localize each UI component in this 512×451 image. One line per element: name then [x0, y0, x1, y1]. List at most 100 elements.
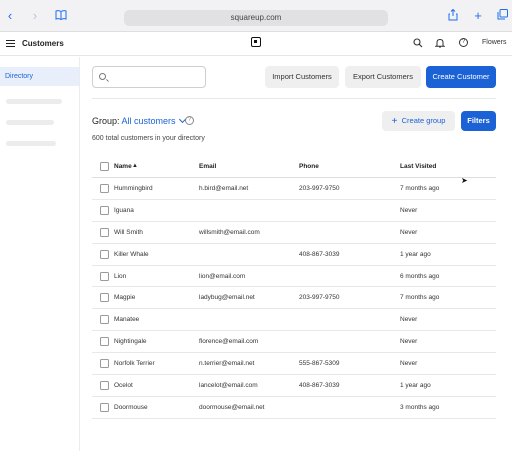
table-row[interactable]: Killer Whale 408-867-3039 1 year ago — [92, 244, 496, 266]
sidebar-placeholder — [6, 120, 54, 125]
customer-name: Magpie — [114, 294, 136, 302]
row-checkbox[interactable] — [100, 293, 109, 303]
customer-name: Hummingbird — [114, 185, 153, 192]
customer-last-visited: 1 year ago — [400, 250, 431, 258]
table-row[interactable]: Lion lion@email.com 6 months ago — [92, 266, 496, 288]
plus-icon: + — [391, 116, 398, 127]
create-group-button[interactable]: + Create group — [382, 111, 455, 131]
customer-email: doormouse@email.net — [199, 403, 265, 411]
total-customers-text: 600 total customers in your directory — [92, 135, 205, 142]
url-bar[interactable]: squareup.com — [124, 10, 388, 26]
customer-email: lancelot@email.com — [199, 382, 258, 390]
table-row[interactable]: Manatee Never — [92, 309, 496, 332]
column-header-phone[interactable]: Phone — [299, 163, 319, 170]
help-icon[interactable]: ? — [185, 116, 194, 125]
customer-phone: 408-867-3039 — [299, 382, 340, 390]
customer-last-visited: Never — [400, 360, 418, 368]
sort-ascending-icon[interactable]: ▲ — [132, 163, 138, 169]
customer-email: willsmith@email.com — [199, 228, 260, 236]
row-checkbox[interactable] — [100, 381, 109, 391]
customer-name: Lion — [114, 272, 127, 280]
table-row[interactable]: Magpie ladybug@email.net 203-997-9750 7 mon… — [92, 287, 496, 310]
customer-last-visited: 7 months ago — [400, 185, 440, 192]
customer-name: Iguana — [114, 206, 134, 214]
customers-table: Name ▲ Email Phone Last Visited Hummingb… — [92, 156, 496, 419]
page-title: Customers — [22, 39, 64, 48]
customer-email: h.bird@email.net — [199, 185, 249, 192]
customer-name: Doormouse — [114, 403, 148, 411]
customer-email: ladybug@email.net — [199, 294, 255, 302]
app-header: Customers ? Flowers — [0, 32, 512, 56]
customer-phone: 203-997-9750 — [299, 185, 340, 192]
help-icon[interactable]: ? — [459, 38, 468, 47]
table-row[interactable]: Will Smith willsmith@email.com Never — [92, 222, 496, 244]
customer-name: Ocelot — [114, 382, 133, 390]
book-icon[interactable] — [54, 9, 68, 23]
create-group-label: Create group — [401, 116, 446, 125]
customer-email: n.terrier@email.net — [199, 360, 255, 368]
group-prefix: Group: — [92, 116, 120, 126]
group-value[interactable]: All customers — [122, 116, 176, 126]
customer-last-visited: 7 months ago — [400, 294, 440, 302]
sidebar-item-directory[interactable]: Directory — [0, 67, 79, 86]
search-input[interactable] — [92, 66, 206, 88]
customer-email: lion@email.com — [199, 272, 246, 280]
customer-last-visited: 3 months ago — [400, 403, 440, 411]
account-name[interactable]: Flowers — [482, 39, 507, 46]
import-customers-button[interactable]: Import Customers — [265, 66, 339, 88]
row-checkbox[interactable] — [100, 249, 109, 259]
sidebar-placeholder — [6, 99, 62, 104]
sidebar-placeholder — [6, 141, 56, 146]
filters-button[interactable]: Filters — [461, 111, 496, 131]
customer-name: Norfolk Terrier — [114, 360, 155, 368]
customer-last-visited: 1 year ago — [400, 382, 431, 390]
row-checkbox[interactable] — [100, 315, 109, 325]
create-customer-button[interactable]: Create Customer — [426, 66, 496, 88]
row-checkbox[interactable] — [100, 271, 109, 281]
customer-name: Nightingale — [114, 338, 147, 346]
customer-name: Will Smith — [114, 228, 143, 236]
row-checkbox[interactable] — [100, 227, 109, 237]
bell-icon[interactable] — [434, 38, 446, 50]
plus-icon[interactable]: + — [471, 9, 485, 23]
row-checkbox[interactable] — [100, 359, 109, 369]
group-selector[interactable]: Group: All customers — [92, 115, 186, 126]
export-customers-button[interactable]: Export Customers — [345, 66, 421, 88]
customer-last-visited: Never — [400, 228, 418, 236]
divider — [92, 98, 496, 99]
table-row[interactable]: Hummingbird h.bird@email.net 203-997-9750 7… — [92, 178, 496, 200]
customer-phone: 408-867-3039 — [299, 250, 340, 258]
row-checkbox[interactable] — [100, 184, 109, 193]
select-all-checkbox[interactable] — [100, 162, 109, 171]
row-checkbox[interactable] — [100, 402, 109, 412]
column-header-name[interactable]: Name — [114, 163, 132, 170]
search-icon — [99, 73, 106, 80]
table-row[interactable]: Iguana Never — [92, 200, 496, 222]
customer-name: Manatee — [114, 316, 140, 324]
table-row[interactable]: Nightingale florence@email.com Never — [92, 331, 496, 354]
customer-email: florence@email.com — [199, 338, 259, 346]
table-row[interactable]: Doormouse doormouse@email.net 3 months ago — [92, 397, 496, 419]
customer-last-visited: 6 months ago — [400, 272, 440, 280]
customer-phone: 203-997-9750 — [299, 294, 340, 302]
customer-name: Killer Whale — [114, 250, 149, 258]
customer-last-visited: Never — [400, 316, 418, 324]
table-header-row: Name ▲ Email Phone Last Visited — [92, 156, 496, 178]
square-logo-icon[interactable] — [251, 37, 261, 47]
table-row[interactable]: Norfolk Terrier n.terrier@email.net 555-86… — [92, 353, 496, 376]
tabs-icon[interactable] — [495, 9, 509, 23]
customer-last-visited: Never — [400, 206, 418, 214]
chevron-right-icon[interactable]: › — [28, 9, 42, 23]
chevron-left-icon[interactable]: ‹ — [3, 9, 17, 23]
table-row[interactable]: Ocelot lancelot@email.com 408-867-3039 1 ye… — [92, 375, 496, 397]
column-header-last-visited[interactable]: Last Visited — [400, 163, 436, 170]
search-icon[interactable] — [413, 38, 423, 50]
menu-icon[interactable] — [6, 40, 15, 47]
row-checkbox[interactable] — [100, 337, 109, 347]
column-header-email[interactable]: Email — [199, 163, 216, 170]
customer-last-visited: Never — [400, 338, 418, 346]
customer-phone: 555-867-5309 — [299, 360, 340, 368]
browser-toolbar: ‹ › squareup.com + — [0, 0, 512, 32]
share-icon[interactable] — [446, 8, 460, 24]
row-checkbox[interactable] — [100, 205, 109, 215]
